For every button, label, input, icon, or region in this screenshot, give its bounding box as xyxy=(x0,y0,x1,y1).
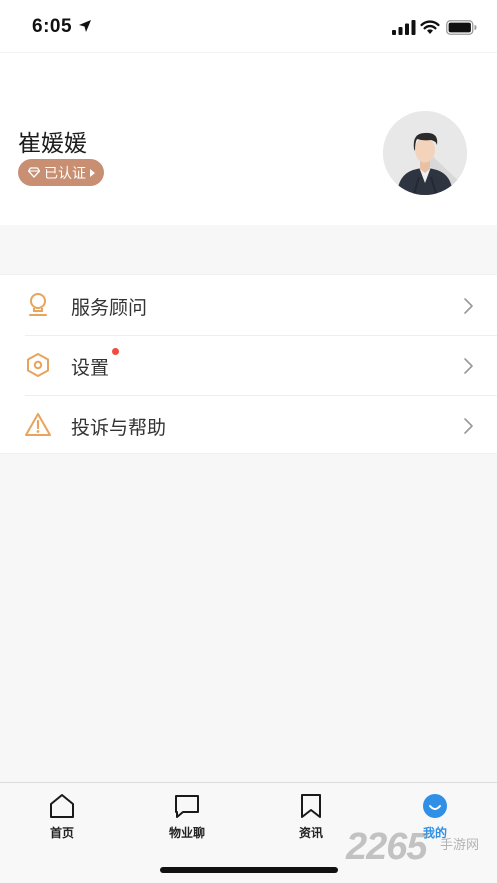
smile-icon xyxy=(423,794,447,818)
menu-list: 服务顾问 设置 投诉与帮助 xyxy=(0,274,497,454)
warning-icon xyxy=(25,413,51,436)
wifi-icon xyxy=(420,20,440,34)
status-bar: 6:05 xyxy=(0,0,497,52)
home-indicator[interactable] xyxy=(160,867,338,873)
menu-item-settings[interactable]: 设置 xyxy=(0,335,497,395)
menu-item-advisor[interactable]: 服务顾问 xyxy=(0,275,497,335)
menu-item-label: 设置 xyxy=(71,358,110,379)
watermark: 2265 手游网 xyxy=(346,826,494,870)
user-name: 崔媛媛 xyxy=(18,130,87,156)
user-avatar[interactable] xyxy=(383,111,467,195)
chevron-right-icon xyxy=(464,358,473,374)
settings-hex-icon xyxy=(27,353,49,377)
tab-label: 物业聊 xyxy=(168,826,205,840)
battery-icon xyxy=(446,20,477,35)
diamond-icon xyxy=(28,167,40,178)
status-time: 6:05 xyxy=(32,16,73,37)
badge-arrow-icon xyxy=(90,168,95,177)
menu-item-label: 服务顾问 xyxy=(71,298,148,319)
bookmark-icon xyxy=(301,794,321,818)
watermark-text: 手游网 xyxy=(440,837,480,852)
watermark-number: 2265 xyxy=(346,826,428,868)
menu-item-complaint-help[interactable]: 投诉与帮助 xyxy=(0,395,497,455)
menu-item-label: 投诉与帮助 xyxy=(71,418,167,439)
signal-icon xyxy=(392,20,416,35)
notification-dot xyxy=(112,348,119,355)
verified-badge[interactable]: 已认证 xyxy=(18,159,104,186)
location-arrow-icon xyxy=(79,20,91,32)
chevron-right-icon xyxy=(464,418,473,434)
tab-label: 资讯 xyxy=(298,826,323,840)
tab-news[interactable]: 资讯 xyxy=(271,793,351,845)
home-icon xyxy=(50,794,74,818)
tab-property-chat[interactable]: 物业聊 xyxy=(147,793,227,845)
chevron-right-icon xyxy=(464,298,473,314)
chat-icon xyxy=(175,795,199,818)
profile-header[interactable]: 崔媛媛 已认证 xyxy=(0,52,497,225)
tab-home[interactable]: 首页 xyxy=(22,793,102,845)
avatar-portrait-icon xyxy=(383,111,467,195)
advisor-icon xyxy=(29,293,47,316)
tab-label: 首页 xyxy=(49,826,74,840)
verified-badge-label: 已认证 xyxy=(44,164,86,181)
